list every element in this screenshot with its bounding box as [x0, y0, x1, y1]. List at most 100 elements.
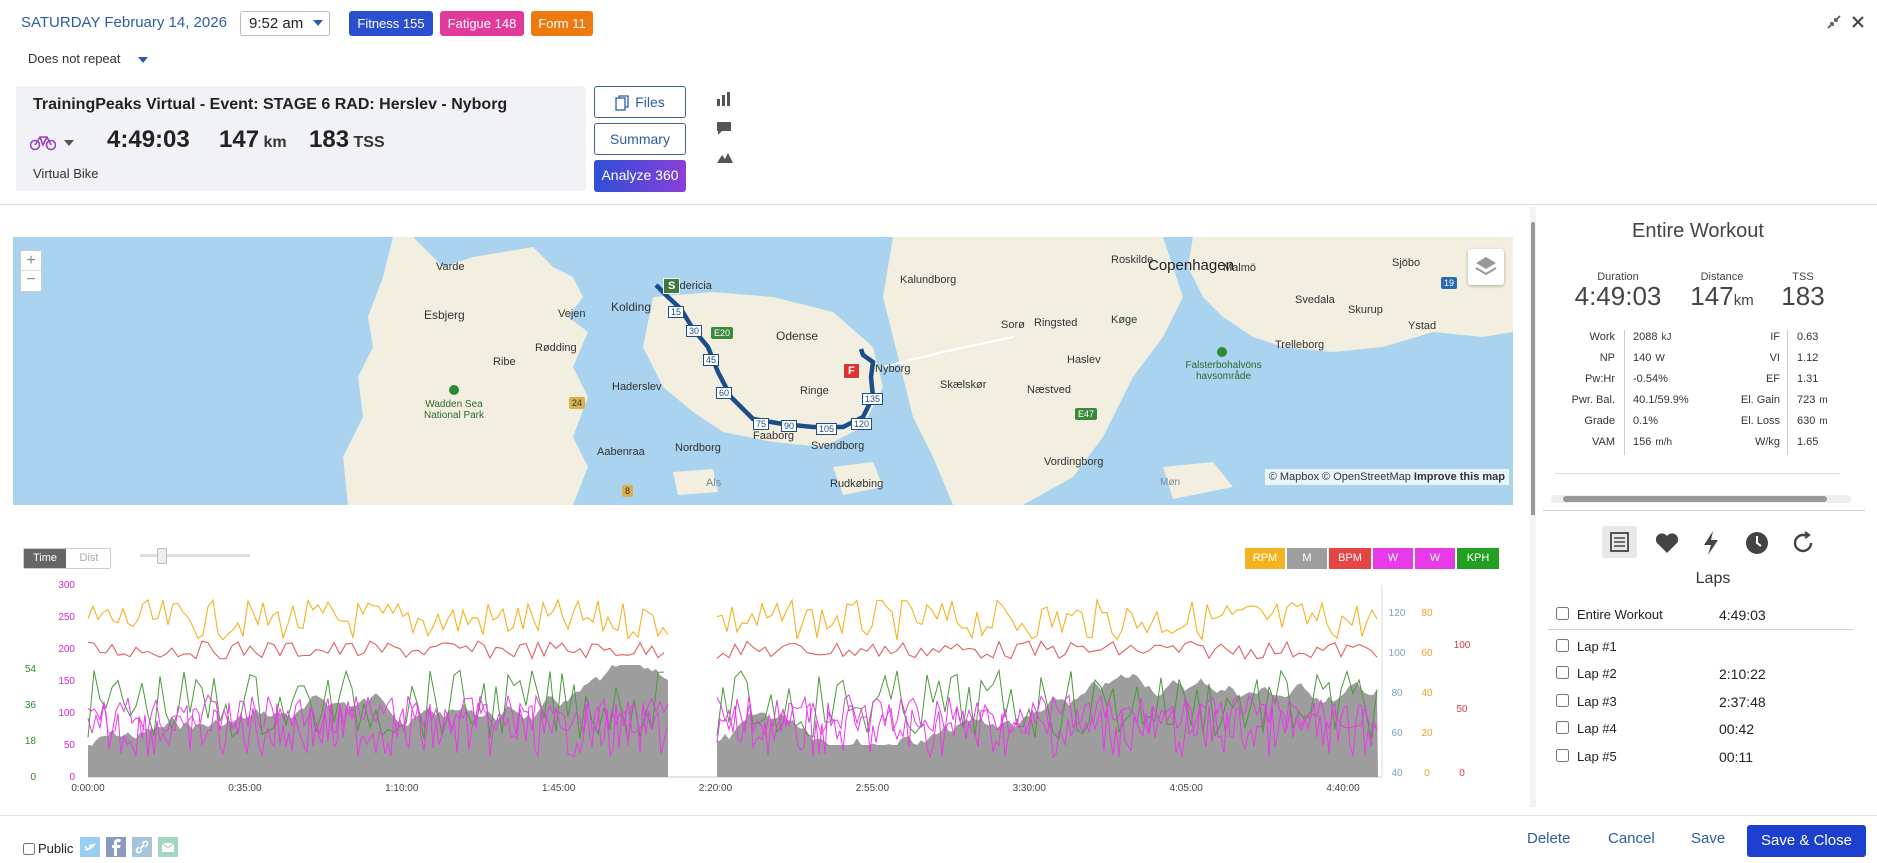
lap-checkbox[interactable]	[1556, 639, 1569, 652]
laps-tab[interactable]	[1602, 526, 1637, 558]
stat-value: 156 m/h	[1633, 436, 1673, 448]
zoom-in-button[interactable]: +	[21, 251, 41, 271]
save-close-button[interactable]: Save & Close	[1747, 825, 1866, 857]
series-toggle-w2[interactable]: W	[1415, 548, 1455, 569]
series-toggle-kph[interactable]: KPH	[1457, 548, 1499, 569]
dist-toggle[interactable]: Dist	[67, 549, 111, 568]
workout-chart[interactable]: 0:00:00 0:35:00 1:10:00 1:45:00 2:20:00 2:55:…	[0, 575, 1520, 805]
map-label: Esbjerg	[424, 308, 465, 322]
lap-row[interactable]: Lap #5 00:11	[1556, 747, 1856, 769]
route-marker: 105	[816, 423, 838, 435]
tss-unit: TSS	[353, 134, 385, 151]
laps-title: Laps	[1695, 570, 1731, 587]
stat-label: IF	[1770, 331, 1780, 343]
delete-button[interactable]: Delete	[1527, 830, 1570, 847]
repeat-select[interactable]: Does not repeat	[28, 51, 149, 66]
series-toggle-rpm[interactable]: RPM	[1245, 548, 1285, 569]
map-label: Møn	[1160, 477, 1180, 488]
lap-checkbox[interactable]	[1556, 749, 1569, 762]
refresh-icon[interactable]	[1791, 531, 1815, 555]
email-icon[interactable]	[158, 837, 178, 857]
lap-checkbox[interactable]	[1556, 607, 1569, 620]
lap-name: Entire Workout	[1577, 607, 1663, 622]
improve-map-link[interactable]: Improve this map	[1414, 471, 1505, 483]
analyze-button[interactable]: Analyze 360	[594, 160, 686, 192]
route-marker: 60	[716, 387, 733, 399]
summary-button[interactable]: Summary	[594, 123, 686, 155]
files-label: Files	[635, 94, 665, 110]
bar-chart-icon[interactable]	[716, 91, 732, 107]
time-value: 9:52 am	[249, 15, 304, 32]
form-badge: Form 11	[531, 11, 593, 36]
lap-checkbox[interactable]	[1556, 666, 1569, 679]
map-label: Skurup	[1348, 304, 1383, 316]
zoom-slider-handle[interactable]	[157, 548, 167, 564]
map-label: Sjöbo	[1392, 257, 1421, 269]
y-tick-label-speed: 54	[25, 664, 37, 675]
lap-name: Lap #3	[1577, 694, 1617, 709]
lightning-icon[interactable]	[1700, 530, 1722, 556]
route-marker: 75	[753, 418, 770, 430]
laps-scrollbar[interactable]	[1530, 515, 1536, 807]
cancel-button[interactable]: Cancel	[1608, 830, 1655, 847]
lap-checkbox[interactable]	[1556, 694, 1569, 707]
comment-icon[interactable]	[716, 120, 732, 136]
horizontal-scroll-thumb[interactable]	[1563, 496, 1827, 502]
lap-row[interactable]: Entire Workout 4:49:03	[1556, 605, 1856, 627]
mountain-icon[interactable]	[716, 150, 734, 164]
clock-icon[interactable]	[1745, 531, 1769, 555]
lap-row[interactable]: Lap #2 2:10:22	[1556, 664, 1856, 686]
bike-icon[interactable]	[30, 133, 56, 151]
chevron-down-icon[interactable]	[64, 140, 74, 146]
files-button[interactable]: Files	[594, 86, 686, 118]
map-label: Trelleborg	[1275, 339, 1325, 351]
series-toggle-bpm[interactable]: BPM	[1329, 548, 1371, 569]
route-map[interactable]: + − Copenhagen Varde Esbjerg Vejen Koldi…	[13, 237, 1513, 505]
layers-button[interactable]	[1468, 249, 1504, 285]
save-button[interactable]: Save	[1691, 830, 1725, 847]
start-marker[interactable]: S	[663, 278, 681, 294]
lap-time: 00:11	[1719, 749, 1753, 765]
twitter-icon[interactable]	[80, 837, 100, 857]
heart-rate-line	[716, 640, 1378, 660]
horizontal-scrollbar[interactable]	[1551, 495, 1851, 503]
collapse-icon[interactable]	[1826, 14, 1842, 30]
map-label: Kolding	[611, 300, 652, 314]
public-checkbox[interactable]	[23, 843, 35, 855]
chevron-down-icon	[138, 56, 149, 63]
y-tick-label-power: 200	[58, 644, 75, 655]
workout-title[interactable]: TrainingPeaks Virtual - Event: STAGE 6 R…	[33, 96, 507, 114]
lap-time: 2:37:48	[1719, 694, 1766, 710]
zoom-control: + −	[20, 250, 42, 292]
lap-row[interactable]: Lap #3 2:37:48	[1556, 692, 1856, 714]
attribution-text[interactable]: © Mapbox © OpenStreetMap	[1269, 471, 1411, 483]
fatigue-badge: Fatigue 148	[440, 11, 524, 36]
stat-label: El. Loss	[1740, 415, 1780, 427]
public-label: Public	[38, 841, 74, 856]
time-select[interactable]: 9:52 am	[240, 11, 330, 36]
distance-big: 147km	[1690, 281, 1754, 311]
workout-date[interactable]: SATURDAY February 14, 2026	[21, 14, 227, 31]
lap-name: Lap #4	[1577, 721, 1617, 736]
lap-time: 4:49:03	[1719, 607, 1766, 623]
duration-value: 4:49:03	[107, 126, 190, 153]
lap-time: 2:10:22	[1719, 666, 1766, 682]
y-tick-label-speed: 18	[25, 736, 37, 747]
finish-marker[interactable]: F	[843, 363, 860, 379]
facebook-icon[interactable]	[106, 837, 126, 857]
link-icon[interactable]	[132, 837, 152, 857]
lap-checkbox[interactable]	[1556, 721, 1569, 734]
close-icon[interactable]	[1850, 14, 1866, 30]
stat-label: Pw:Hr	[1585, 373, 1615, 385]
lap-row[interactable]: Lap #4 00:42	[1556, 719, 1856, 741]
zoom-out-button[interactable]: −	[21, 271, 41, 291]
x-tick-label: 2:20:00	[699, 783, 733, 794]
x-tick-label: 4:05:00	[1169, 783, 1203, 794]
heart-icon[interactable]	[1654, 531, 1680, 555]
time-toggle[interactable]: Time	[24, 549, 66, 568]
series-toggle-m[interactable]: M	[1287, 548, 1327, 569]
lap-row[interactable]: Lap #1	[1556, 637, 1856, 659]
series-toggle-w[interactable]: W	[1373, 548, 1413, 569]
map-label: Nyborg	[875, 363, 911, 375]
lap-name: Lap #1	[1577, 639, 1617, 654]
